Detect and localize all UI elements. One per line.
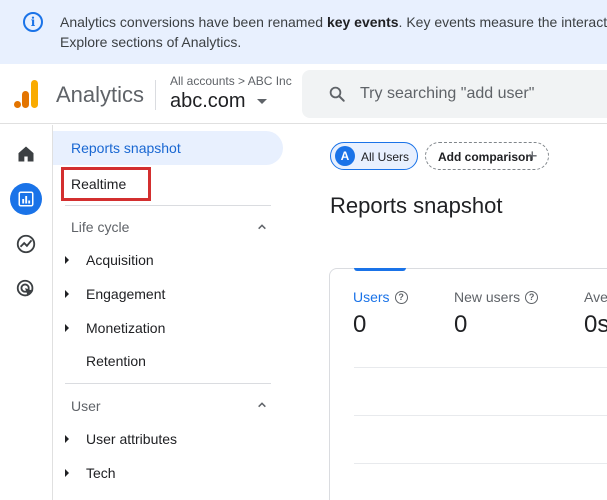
nav-user-attributes[interactable]: User attributes bbox=[53, 422, 283, 456]
chevron-down-icon[interactable] bbox=[257, 99, 267, 104]
search-input[interactable] bbox=[360, 82, 607, 106]
help-icon[interactable]: ? bbox=[394, 290, 408, 304]
header-divider bbox=[155, 80, 156, 110]
add-comparison-button[interactable]: Add comparison + bbox=[425, 142, 549, 170]
reports-icon[interactable] bbox=[10, 183, 42, 215]
metrics-card: Users? 0 New users? 0 Ave 0s bbox=[329, 268, 607, 500]
metric-users-tab[interactable]: Users? 0 bbox=[353, 289, 408, 339]
nav-engagement[interactable]: Engagement bbox=[53, 277, 283, 311]
nav-label: Engagement bbox=[86, 286, 166, 302]
nav-label: Acquisition bbox=[86, 252, 154, 268]
metric-value: 0 bbox=[454, 311, 468, 338]
search-icon bbox=[329, 86, 345, 102]
expand-arrow-icon bbox=[65, 435, 69, 443]
metric-new-users-tab[interactable]: New users? 0 bbox=[454, 289, 539, 339]
banner-text: Analytics conversions have been renamed … bbox=[60, 14, 607, 30]
nav-label: Retention bbox=[86, 353, 146, 369]
chart-gridline bbox=[354, 367, 607, 368]
info-banner: i Analytics conversions have been rename… bbox=[0, 0, 607, 64]
metric-label: New users bbox=[454, 289, 521, 305]
chevron-up-icon[interactable] bbox=[257, 400, 267, 410]
nav-monetization[interactable]: Monetization bbox=[53, 311, 283, 345]
plus-icon: + bbox=[527, 146, 538, 166]
page-title: Reports snapshot bbox=[330, 193, 503, 218]
nav-label: User attributes bbox=[86, 431, 178, 447]
avatar: A bbox=[335, 146, 355, 166]
banner-text-line2: Explore sections of Analytics. bbox=[60, 34, 242, 50]
info-icon: i bbox=[23, 12, 43, 32]
left-rail bbox=[0, 125, 53, 500]
property-selector[interactable]: abc.com bbox=[170, 90, 246, 113]
reports-nav: Reports snapshot Realtime Life cycle Acq… bbox=[53, 125, 293, 500]
explore-icon[interactable] bbox=[10, 228, 42, 260]
help-icon[interactable]: ? bbox=[525, 290, 539, 304]
highlight-box bbox=[61, 167, 151, 201]
main-content: A All Users Add comparison + Reports sna… bbox=[293, 125, 607, 500]
expand-arrow-icon bbox=[65, 290, 69, 298]
top-header: Analytics All accounts > ABC Inc abc.com bbox=[0, 64, 607, 124]
metric-label: Users bbox=[353, 289, 390, 305]
metric-value: 0s bbox=[584, 311, 607, 338]
metric-avg-tab[interactable]: Ave 0s bbox=[584, 289, 607, 339]
chart-gridline bbox=[354, 463, 607, 464]
section-lifecycle: Life cycle bbox=[71, 219, 130, 235]
nav-tech[interactable]: Tech bbox=[53, 456, 283, 490]
nav-acquisition[interactable]: Acquisition bbox=[53, 243, 283, 277]
nav-label: Monetization bbox=[86, 320, 166, 336]
metric-label: Ave bbox=[584, 289, 607, 305]
expand-arrow-icon bbox=[65, 469, 69, 477]
analytics-logo-icon[interactable] bbox=[14, 80, 40, 108]
nav-divider bbox=[65, 205, 271, 206]
chevron-up-icon[interactable] bbox=[257, 222, 267, 232]
expand-arrow-icon bbox=[65, 256, 69, 264]
home-icon[interactable] bbox=[10, 138, 42, 170]
chip-label: All Users bbox=[361, 150, 410, 164]
nav-label: Reports snapshot bbox=[71, 140, 181, 156]
all-users-chip[interactable]: A All Users bbox=[330, 142, 418, 170]
nav-divider bbox=[65, 383, 271, 384]
nav-retention[interactable]: Retention bbox=[53, 344, 283, 378]
active-tab-indicator bbox=[354, 268, 406, 271]
expand-arrow-icon bbox=[65, 324, 69, 332]
search-bar[interactable] bbox=[302, 70, 607, 118]
metric-value: 0 bbox=[353, 311, 367, 338]
chart-gridline bbox=[354, 415, 607, 416]
advertising-icon[interactable] bbox=[10, 273, 42, 305]
section-user: User bbox=[71, 398, 101, 414]
account-breadcrumb[interactable]: All accounts > ABC Inc bbox=[170, 74, 292, 88]
nav-reports-snapshot[interactable]: Reports snapshot bbox=[53, 131, 283, 165]
app-name: Analytics bbox=[56, 82, 145, 107]
nav-label: Tech bbox=[86, 465, 116, 481]
chip-label: Add comparison bbox=[438, 150, 533, 164]
